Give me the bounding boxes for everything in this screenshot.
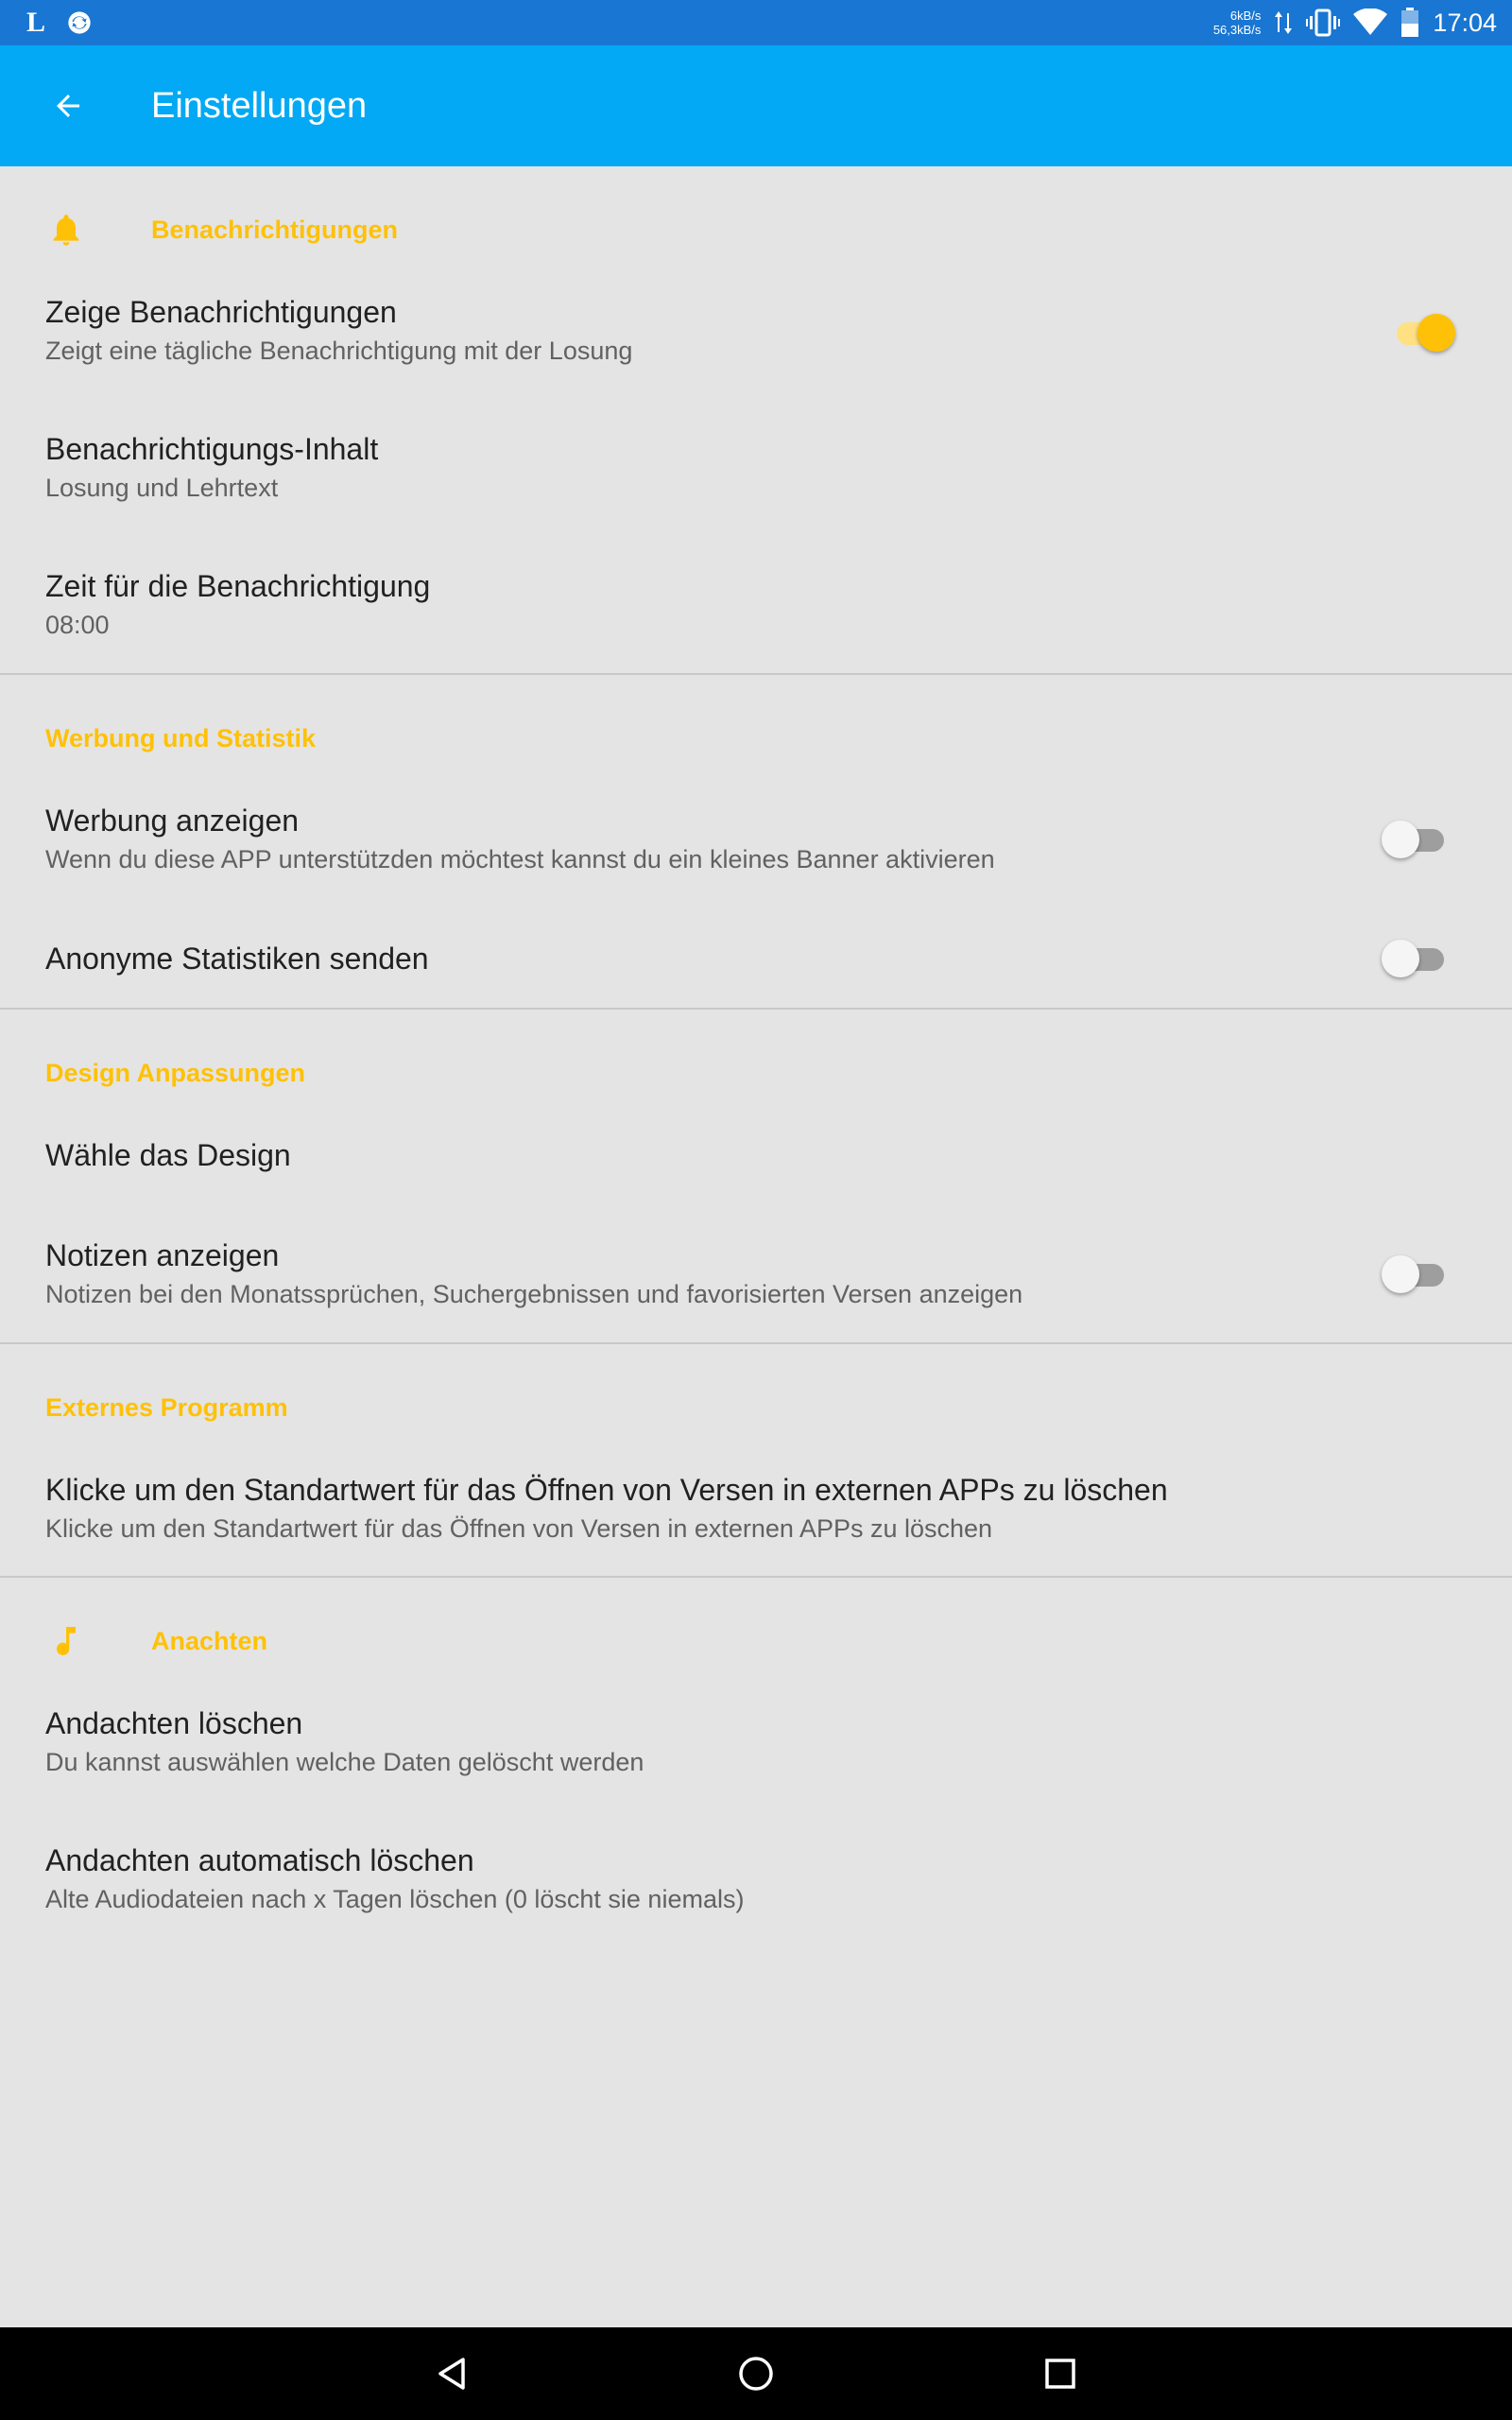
pref-title: Klicke um den Standartwert für das Öffne… (45, 1473, 1168, 1507)
speed-up-text: 6kB/s (1229, 9, 1262, 23)
section-title: Benachrichtigungen (151, 215, 399, 244)
section-header-devotions: Anachten (45, 1617, 267, 1665)
section-title: Anachten (151, 1626, 268, 1655)
notifications-toggle[interactable] (1389, 310, 1455, 352)
pref-title: Zeit für die Benachrichtigung (45, 569, 431, 603)
pref-auto-delete-devotions[interactable]: Andachten automatisch löschen Alte Audio… (45, 1841, 1463, 1917)
pref-summary: Klicke um den Standartwert für das Öffne… (45, 1514, 993, 1543)
arrow-back-icon (57, 95, 79, 117)
wifi-icon (1353, 9, 1388, 35)
pref-summary: 08:00 (45, 611, 110, 639)
ads-toggle[interactable] (1382, 817, 1448, 858)
pref-title: Zeige Benachrichtigungen (45, 295, 397, 329)
pref-title: Anonyme Statistiken senden (45, 942, 429, 976)
switch-thumb (1382, 1255, 1419, 1293)
l-app-icon: L (26, 7, 46, 38)
section-title: Werbung und Statistik (45, 723, 317, 752)
pref-notification-time[interactable]: Zeit für die Benachrichtigung 08:00 (45, 567, 1463, 643)
speed-down-text: 56,3kB/s (1212, 23, 1262, 37)
pref-clear-external-default[interactable]: Klicke um den Standartwert für das Öffne… (45, 1471, 1463, 1547)
switch-thumb (1418, 314, 1455, 352)
back-button[interactable] (38, 76, 98, 136)
app-bar: Einstellungen (0, 45, 1512, 166)
pref-summary: Zeigt eine tägliche Benachrichtigung mit… (45, 337, 633, 365)
pref-summary: Notizen bei den Monatssprüchen, Sucherge… (45, 1280, 1023, 1308)
section-header-ads: Werbung und Statistik (45, 715, 316, 762)
pref-title: Wähle das Design (45, 1138, 291, 1172)
pref-notification-content[interactable]: Benachrichtigungs-Inhalt Losung und Lehr… (45, 430, 1463, 506)
section-header-external: Externes Programm (45, 1384, 288, 1431)
status-bar: L 6kB/s 56,3kB/s 17:04 (0, 0, 1512, 45)
battery-icon (1401, 8, 1419, 37)
pref-title: Andachten automatisch löschen (45, 1843, 474, 1877)
network-speed: 6kB/s 56,3kB/s (1213, 9, 1262, 37)
settings-list: Benachrichtigungen Zeige Benachrichtigun… (0, 166, 1512, 2327)
nav-back-button[interactable] (423, 2345, 480, 2402)
stats-toggle[interactable] (1382, 936, 1448, 977)
pref-summary: Du kannst auswählen welche Daten gelösch… (45, 1748, 644, 1776)
bell-icon (45, 209, 87, 251)
sync-icon (68, 11, 91, 34)
pref-choose-design[interactable]: Wähle das Design (45, 1136, 1463, 1174)
pref-delete-devotions[interactable]: Andachten löschen Du kannst auswählen we… (45, 1704, 1463, 1780)
pref-anonymous-stats[interactable]: Anonyme Statistiken senden (45, 940, 1463, 977)
pref-summary: Alte Audiodateien nach x Tagen löschen (… (45, 1885, 745, 1913)
section-title: Externes Programm (45, 1392, 288, 1422)
divider (0, 1008, 1512, 1010)
vibrate-icon (1306, 9, 1341, 37)
divider (0, 673, 1512, 675)
pref-show-notifications[interactable]: Zeige Benachrichtigungen Zeigt eine tägl… (45, 293, 1463, 369)
pref-show-notes[interactable]: Notizen anzeigen Notizen bei den Monatss… (45, 1236, 1463, 1312)
pref-summary: Losung und Lehrtext (45, 474, 279, 502)
nav-home-button[interactable] (728, 2345, 784, 2402)
page-title: Einstellungen (151, 86, 368, 126)
section-header-notifications: Benachrichtigungen (45, 206, 398, 253)
pref-show-ads[interactable]: Werbung anzeigen Wenn du diese APP unter… (45, 802, 1463, 877)
clock: 17:04 (1433, 8, 1497, 37)
section-title: Design Anpassungen (45, 1058, 306, 1087)
switch-thumb (1382, 821, 1419, 858)
section-header-design: Design Anpassungen (45, 1049, 305, 1097)
pref-title: Andachten löschen (45, 1706, 303, 1740)
pref-title: Notizen anzeigen (45, 1238, 280, 1272)
navigation-bar (0, 2327, 1512, 2420)
recents-square-icon (1045, 2359, 1075, 2389)
home-circle-icon (739, 2357, 773, 2391)
switch-thumb (1382, 940, 1419, 977)
nav-recents-button[interactable] (1032, 2345, 1089, 2402)
pref-title: Benachrichtigungs-Inhalt (45, 432, 379, 466)
pref-title: Werbung anzeigen (45, 804, 300, 838)
pref-summary: Wenn du diese APP unterstützden möchtest… (45, 845, 995, 873)
music-note-icon (45, 1620, 87, 1662)
back-triangle-icon (438, 2358, 465, 2390)
notes-toggle[interactable] (1382, 1252, 1448, 1293)
divider (0, 1576, 1512, 1578)
divider (0, 1342, 1512, 1344)
data-arrows-icon (1275, 11, 1293, 34)
